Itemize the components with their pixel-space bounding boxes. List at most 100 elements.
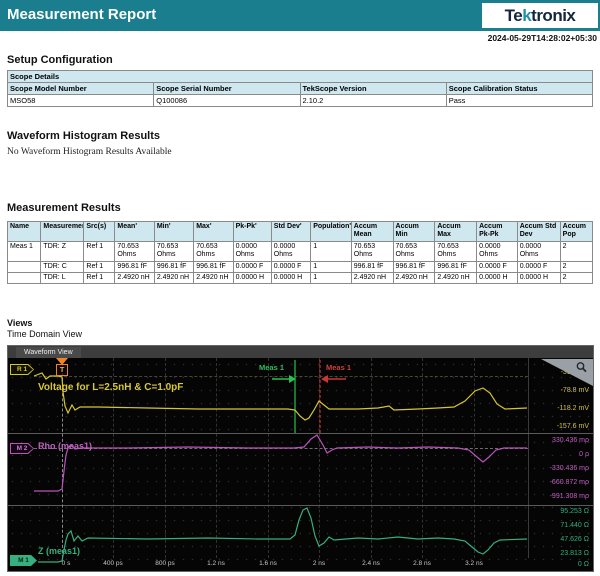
table-row: MSO58Q1000862.10.2Pass: [8, 95, 593, 107]
table-cell: 0.0000 H: [233, 272, 271, 283]
scope-titlebar: Waveform View: [8, 346, 593, 358]
table-cell: 70.653 Ohms: [351, 241, 393, 261]
table-cell: 0.0000 Ohms: [233, 241, 271, 261]
column-header: Accum Pk-Pk: [477, 222, 518, 242]
m2-badge: M 2: [10, 443, 34, 454]
x-tick: 1.6 ns: [259, 560, 277, 567]
column-header: Std Dev': [271, 222, 310, 242]
report-timestamp: 2024-05-29T14:28:02+05:30: [488, 33, 597, 43]
table-cell: 70.653 Ohms: [393, 241, 435, 261]
waveform-screenshot: Waveform View: [7, 345, 594, 572]
r1-badge: R 1: [10, 364, 34, 375]
table-row: TDR: LRef 12.4920 nH2.4920 nH2.4920 nH0.…: [8, 272, 593, 283]
table-cell: 2.10.2: [300, 95, 446, 107]
table-cell: TDR: L: [41, 272, 84, 283]
table-cell: Meas 1: [8, 241, 41, 261]
table-cell: 996.81 fF: [351, 261, 393, 272]
column-header: Accum Mean: [351, 222, 393, 242]
m1-badge: M 1: [10, 555, 37, 566]
column-header: Accum Pop: [560, 222, 592, 242]
table-cell: 0.0000 F: [271, 261, 310, 272]
table-cell: 2.4920 nH: [435, 272, 477, 283]
scope-details-table: Scope DetailsScope Model NumberScope Ser…: [7, 70, 593, 107]
table-cell: 70.653 Ohms: [194, 241, 233, 261]
table-cell: 2: [560, 261, 592, 272]
x-tick: 2.4 ns: [362, 560, 380, 567]
table-cell: Ref 1: [84, 261, 115, 272]
column-header: Mean': [115, 222, 154, 242]
column-header: Pk-Pk': [233, 222, 271, 242]
y-tick-z: 95.253 Ω: [560, 508, 589, 515]
table-cell: 996.81 fF: [115, 261, 154, 272]
table-cell: 0.0000 Ohms: [271, 241, 310, 261]
table-cell: 0.0000 Ohms: [517, 241, 560, 261]
column-header: Name: [8, 222, 41, 242]
plot-right-edge: [528, 358, 529, 558]
y-tick-z: 23.813 Ω: [560, 550, 589, 557]
x-tick: 800 ps: [155, 560, 175, 567]
table-cell: 996.81 fF: [435, 261, 477, 272]
table-cell: 0.0000 Ohms: [477, 241, 518, 261]
y-tick-rho: -660.872 mρ: [550, 479, 589, 486]
column-header: Src(s): [84, 222, 115, 242]
column-header: Accum Max: [435, 222, 477, 242]
table-cell: 2.4920 nH: [393, 272, 435, 283]
measurement-results-heading: Measurement Results: [7, 202, 121, 214]
y-tick-rho: -991.308 mρ: [550, 493, 589, 500]
table-cell: Ref 1: [84, 272, 115, 283]
y-tick-voltage: -78.8 mV: [561, 387, 589, 394]
column-header: Scope Model Number: [8, 83, 154, 95]
magnifier-icon: [575, 361, 589, 375]
time-domain-view-label: Time Domain View: [7, 329, 82, 339]
table-cell: 996.81 fF: [393, 261, 435, 272]
column-header: Accum Std Dev: [517, 222, 560, 242]
table-cell: [8, 261, 41, 272]
table-cell: 0.0000 H: [477, 272, 518, 283]
column-header: Max': [194, 222, 233, 242]
table-cell: 0.0000 F: [233, 261, 271, 272]
trigger-marker: T: [56, 364, 68, 376]
table-cell: Ref 1: [84, 241, 115, 261]
meas1-green-label: Meas 1: [259, 363, 284, 372]
y-tick-rho: 0 ρ: [579, 451, 589, 458]
column-header: TekScope Version: [300, 83, 446, 95]
y-tick-voltage: -118.2 mV: [557, 405, 589, 412]
meas1-red-arrowhead: [321, 375, 328, 383]
table-row: Meas 1TDR: ZRef 170.653 Ohms70.653 Ohms7…: [8, 241, 593, 261]
y-tick-z: 71.440 Ω: [560, 522, 589, 529]
x-tick: 0 s: [62, 560, 71, 567]
column-header: Scope Serial Number: [154, 83, 300, 95]
histogram-heading: Waveform Histogram Results: [7, 130, 160, 142]
setup-configuration-heading: Setup Configuration: [7, 54, 113, 66]
table-cell: 1: [311, 272, 352, 283]
table-cell: 70.653 Ohms: [154, 241, 193, 261]
voltage-annotation: Voltage for L=2.5nH & C=1.0pF: [38, 382, 183, 393]
table-cell: 70.653 Ohms: [115, 241, 154, 261]
table-cell: TDR: Z: [41, 241, 84, 261]
voltage-trace: [34, 373, 527, 420]
table-cell: 996.81 fF: [194, 261, 233, 272]
measurement-results-table: NameMeasurementSrc(s)Mean'Min'Max'Pk-Pk'…: [7, 221, 593, 284]
tektronix-logo: Tektronix: [482, 3, 598, 28]
table-cell: Pass: [446, 95, 592, 107]
views-heading: Views: [7, 318, 32, 328]
table-cell: 1: [311, 261, 352, 272]
z-annotation: Z (meas1): [38, 546, 80, 556]
column-header: Accum Min: [393, 222, 435, 242]
table-title: Scope Details: [8, 71, 593, 83]
histogram-message: No Waveform Histogram Results Available: [7, 147, 172, 157]
table-cell: MSO58: [8, 95, 154, 107]
x-tick: 1.2 ns: [207, 560, 225, 567]
y-tick-voltage: -157.6 mV: [557, 423, 589, 430]
report-header-bar: Measurement Report Tektronix: [0, 0, 600, 31]
table-cell: 0.0000 F: [477, 261, 518, 272]
table-cell: 2.4920 nH: [194, 272, 233, 283]
column-header: Measurement: [41, 222, 84, 242]
x-tick: 2.8 ns: [413, 560, 431, 567]
x-tick: 3.2 ns: [465, 560, 483, 567]
waveform-view-tab: Waveform View: [16, 347, 81, 358]
table-cell: 70.653 Ohms: [435, 241, 477, 261]
y-tick-rho: 330.436 mρ: [552, 437, 589, 444]
z-trace: [38, 508, 527, 562]
table-cell: 0.0000 H: [517, 272, 560, 283]
